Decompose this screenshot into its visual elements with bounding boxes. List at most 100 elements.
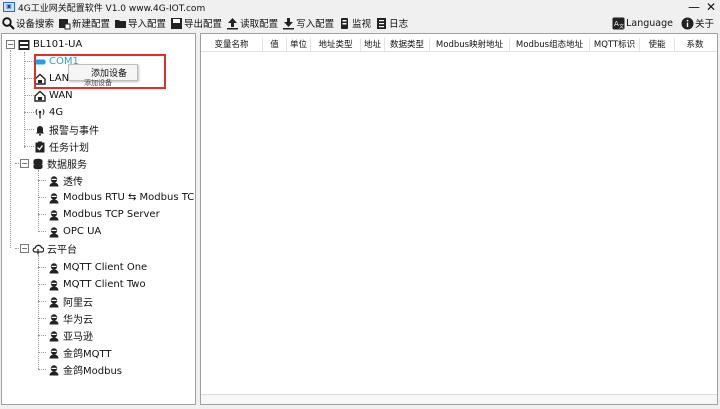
download-icon bbox=[282, 17, 295, 30]
column-header[interactable]: 单位 bbox=[287, 38, 311, 52]
database-icon bbox=[32, 158, 44, 170]
column-header[interactable]: 地址类型 bbox=[311, 38, 361, 52]
write-config-button[interactable]: 写入配置 bbox=[280, 15, 336, 31]
tree-line bbox=[38, 318, 46, 319]
toolbar-right: A文 Language 关于 bbox=[610, 14, 716, 32]
folder-open-icon bbox=[114, 17, 127, 30]
gateway-icon bbox=[18, 39, 30, 51]
close-button[interactable]: ✕ bbox=[706, 0, 716, 14]
clipboard-check-icon bbox=[34, 141, 46, 153]
root-collapse-toggle[interactable]: − bbox=[6, 40, 15, 49]
info-icon bbox=[681, 17, 694, 30]
antenna-icon bbox=[34, 107, 46, 119]
tree-item-mqtt-client-two[interactable]: MQTT Client Two bbox=[48, 277, 146, 292]
tree-line bbox=[24, 78, 34, 79]
column-header[interactable]: 系数 bbox=[675, 38, 715, 52]
network-port-icon bbox=[34, 90, 46, 102]
svg-text:文: 文 bbox=[619, 23, 624, 30]
tree-line bbox=[38, 369, 46, 370]
log-button[interactable]: 日志 bbox=[373, 15, 410, 31]
monitor-icon bbox=[338, 17, 351, 30]
app-logo-icon: ▣ bbox=[3, 2, 15, 12]
minimize-button[interactable]: — bbox=[688, 0, 700, 14]
tree-item-jinge-mqtt[interactable]: 金鸽MQTT bbox=[48, 345, 112, 360]
new-config-button[interactable]: 新建配置 bbox=[56, 15, 112, 31]
tree-line bbox=[38, 197, 46, 198]
tree-item-data-service[interactable]: 数据服务 bbox=[32, 156, 87, 171]
toolbar: 设备搜索 新建配置 导入配置 导出配置 读取配置 写入配置 监视 日志 A文 L… bbox=[0, 14, 720, 32]
bell-icon bbox=[34, 124, 46, 136]
agent-icon bbox=[48, 262, 60, 274]
tree-item-opc-ua[interactable]: OPC UA bbox=[48, 224, 101, 239]
tree-item-alarm[interactable]: 报警与事件 bbox=[34, 122, 99, 137]
agent-icon bbox=[48, 175, 60, 187]
agent-icon bbox=[48, 192, 60, 204]
agent-icon bbox=[48, 364, 60, 376]
tree-line bbox=[38, 267, 46, 268]
tree-line bbox=[24, 146, 34, 147]
column-header[interactable]: 值 bbox=[263, 38, 287, 52]
tree-item-modbus-tcp-server[interactable]: Modbus TCP Server bbox=[48, 207, 160, 222]
window-title: 4G工业网关配置软件 V1.0 www.4G-IOT.com bbox=[18, 3, 206, 14]
tree-item-jinge-modbus[interactable]: 金鸽Modbus bbox=[48, 362, 122, 377]
tree-item-modbus-rtu-tcp[interactable]: Modbus RTU ⇆ Modbus TCP bbox=[48, 190, 195, 205]
upload-icon bbox=[226, 17, 239, 30]
window-controls: — ✕ bbox=[688, 0, 716, 14]
tree-item-aliyun[interactable]: 阿里云 bbox=[48, 294, 93, 309]
tree-item-wan[interactable]: WAN bbox=[34, 88, 73, 103]
column-header[interactable]: 变量名称 bbox=[201, 38, 263, 52]
new-config-icon bbox=[58, 17, 71, 30]
tree-line bbox=[24, 112, 34, 113]
device-search-button[interactable]: 设备搜索 bbox=[0, 15, 56, 31]
language-icon: A文 bbox=[612, 17, 625, 30]
agent-icon bbox=[48, 330, 60, 342]
about-button[interactable]: 关于 bbox=[679, 15, 716, 31]
column-header[interactable]: 数据类型 bbox=[385, 38, 430, 52]
export-config-button[interactable]: 导出配置 bbox=[168, 15, 224, 31]
tree-line bbox=[38, 231, 46, 232]
tree-item-task-plan[interactable]: 任务计划 bbox=[34, 139, 89, 154]
tree-line bbox=[38, 214, 46, 215]
variable-table: 变量名称 值 单位 地址类型 地址 数据类型 Modbus映射地址 Modbus… bbox=[200, 33, 718, 405]
tree-line bbox=[38, 335, 46, 336]
tree-line bbox=[38, 180, 46, 181]
tree-line bbox=[24, 61, 34, 62]
tree-line bbox=[38, 352, 46, 353]
tree-line-root-children bbox=[24, 52, 25, 148]
monitor-button[interactable]: 监视 bbox=[336, 15, 373, 31]
tree-item-passthrough[interactable]: 透传 bbox=[48, 173, 83, 188]
tooltip: 添加设备 bbox=[84, 79, 112, 87]
column-header[interactable]: 地址 bbox=[361, 38, 385, 52]
column-header[interactable]: MQTT标识 bbox=[590, 38, 640, 52]
agent-icon bbox=[48, 347, 60, 359]
column-header[interactable]: Modbus组态地址 bbox=[510, 38, 590, 52]
column-header[interactable]: Modbus映射地址 bbox=[430, 38, 510, 52]
data-service-collapse-toggle[interactable]: − bbox=[20, 159, 29, 168]
agent-icon bbox=[48, 209, 60, 221]
cloud-upload-icon bbox=[32, 243, 44, 255]
agent-icon bbox=[48, 279, 60, 291]
language-button[interactable]: A文 Language bbox=[610, 15, 675, 31]
save-icon bbox=[170, 17, 183, 30]
agent-icon bbox=[48, 296, 60, 308]
import-config-button[interactable]: 导入配置 bbox=[112, 15, 168, 31]
table-header: 变量名称 值 单位 地址类型 地址 数据类型 Modbus映射地址 Modbus… bbox=[201, 38, 717, 52]
tree-item-amazon[interactable]: 亚马逊 bbox=[48, 328, 93, 343]
tree-item-4g[interactable]: 4G bbox=[34, 105, 63, 120]
tree-root-device[interactable]: BL101-UA bbox=[18, 37, 82, 52]
column-header[interactable]: 使能 bbox=[640, 38, 675, 52]
tree-item-huawei-cloud[interactable]: 华为云 bbox=[48, 311, 93, 326]
title-bar: ▣ 4G工业网关配置软件 V1.0 www.4G-IOT.com — ✕ bbox=[0, 0, 720, 14]
tree-item-cloud-platform[interactable]: 云平台 bbox=[32, 241, 77, 256]
tree-line bbox=[38, 301, 46, 302]
cloud-collapse-toggle[interactable]: − bbox=[20, 244, 29, 253]
tree-line bbox=[24, 95, 34, 96]
agent-icon bbox=[48, 226, 60, 238]
tree-item-mqtt-client-one[interactable]: MQTT Client One bbox=[48, 260, 147, 275]
horizontal-scrollbar[interactable] bbox=[201, 394, 717, 404]
device-tree-panel: − − − BL101-UA COM1 LAN WAN 4G 报警与事件 任务计… bbox=[1, 33, 196, 405]
search-icon bbox=[2, 16, 15, 30]
read-config-button[interactable]: 读取配置 bbox=[224, 15, 280, 31]
agent-icon bbox=[48, 313, 60, 325]
tree-line bbox=[38, 284, 46, 285]
